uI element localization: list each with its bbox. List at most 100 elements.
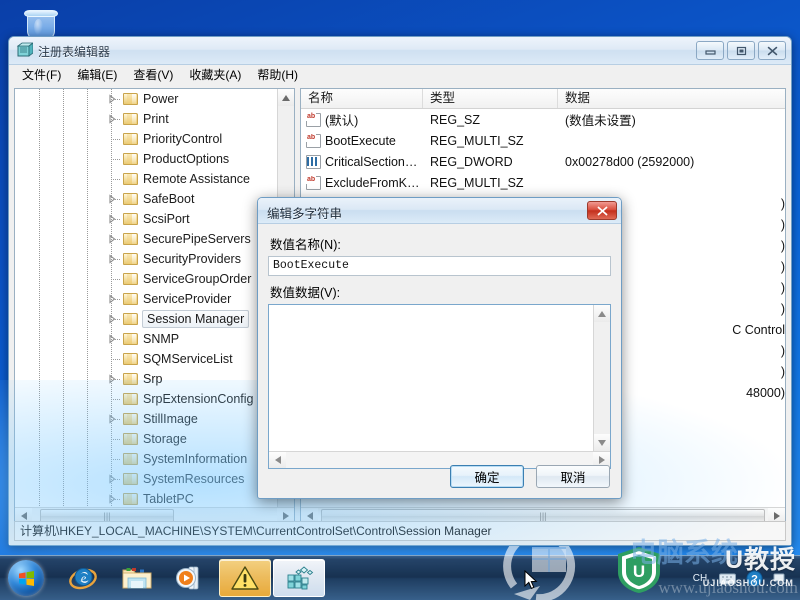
taskbar-registry-editor[interactable] (273, 559, 325, 597)
registry-tree-pane[interactable]: Power Print PriorityControl ProductOptions R… (14, 88, 295, 525)
tree-item-securityproviders[interactable]: SecurityProviders (15, 249, 294, 269)
column-type[interactable]: 类型 (423, 89, 558, 108)
folder-icon (123, 332, 139, 346)
tree-indent-guide (113, 259, 121, 260)
tree-item-srpextensionconfig[interactable]: SrpExtensionConfig (15, 389, 294, 409)
thumb-grip-icon: ||| (103, 511, 111, 521)
table-row[interactable]: ab (默认) REG_SZ (数值未设置) (301, 109, 785, 130)
tree-item-session-manager[interactable]: Session Manager (15, 309, 294, 329)
maximize-button[interactable] (727, 41, 755, 60)
folder-icon (123, 192, 139, 206)
scroll-left-arrow-icon[interactable] (269, 452, 286, 468)
scroll-up-arrow-icon[interactable] (594, 305, 610, 322)
tree-indent-guide (113, 439, 121, 440)
scroll-up-arrow-icon[interactable] (278, 89, 294, 106)
menu-edit[interactable]: 编辑(E) (70, 66, 124, 84)
column-data[interactable]: 数据 (558, 89, 785, 108)
start-button[interactable] (3, 558, 49, 599)
folder-icon (123, 212, 139, 226)
tree-indent-guide (113, 199, 121, 200)
folder-icon (123, 352, 139, 366)
folder-icon (123, 152, 139, 166)
edit-multi-string-dialog: 编辑多字符串 数值名称(N): BootExecute 数值数据(V): 确定 … (257, 197, 622, 499)
internet-explorer-icon: e (69, 568, 97, 590)
tree-item-label: SQMServiceList (143, 352, 233, 366)
tray-network-icon[interactable] (772, 570, 790, 588)
registry-editor-icon (16, 42, 35, 59)
folder-icon (123, 312, 139, 326)
tree-item-print[interactable]: Print (15, 109, 294, 129)
tree-indent-guide (113, 419, 121, 420)
window-controls (696, 41, 786, 60)
tree-item-stillimage[interactable]: StillImage (15, 409, 294, 429)
tree-indent-guide (113, 379, 121, 380)
table-row[interactable]: ab ExcludeFromK… REG_MULTI_SZ (301, 172, 785, 193)
value-data-textarea[interactable] (269, 305, 593, 451)
table-row[interactable]: CriticalSection… REG_DWORD 0x00278d00 (259… (301, 151, 785, 172)
dialog-body: 数值名称(N): BootExecute 数值数据(V): 确定 取消 (258, 224, 621, 498)
tree-item-label: ServiceProvider (143, 292, 232, 306)
tray-keyboard-icon[interactable] (718, 570, 736, 588)
tree-item-label: ScsiPort (143, 212, 190, 226)
menu-view[interactable]: 查看(V) (126, 66, 180, 84)
value-data-cell: (数值未设置) (565, 114, 636, 128)
tree-item-remote-assistance[interactable]: Remote Assistance (15, 169, 294, 189)
dialog-titlebar[interactable]: 编辑多字符串 (258, 198, 621, 224)
status-bar-path: 计算机\HKEY_LOCAL_MACHINE\SYSTEM\CurrentCon… (14, 521, 786, 541)
value-name-cell: ab (默认) (301, 110, 423, 129)
tree-item-scsiport[interactable]: ScsiPort (15, 209, 294, 229)
tree-item-productoptions[interactable]: ProductOptions (15, 149, 294, 169)
scroll-down-arrow-icon[interactable] (594, 434, 610, 451)
close-button[interactable] (758, 41, 786, 60)
tree-item-storage[interactable]: Storage (15, 429, 294, 449)
folder-icon (123, 112, 139, 126)
tree-item-securepipeservers[interactable]: SecurePipeServers (15, 229, 294, 249)
svg-text:?: ? (751, 574, 758, 586)
tree-item-serviceprovider[interactable]: ServiceProvider (15, 289, 294, 309)
menu-help[interactable]: 帮助(H) (250, 66, 305, 84)
tree-item-tabletpc[interactable]: TabletPC (15, 489, 294, 507)
menubar: 文件(F) 编辑(E) 查看(V) 收藏夹(A) 帮助(H) (9, 65, 791, 85)
folder-icon (123, 92, 139, 106)
folder-icon (123, 292, 139, 306)
tree-item-power[interactable]: Power (15, 89, 294, 109)
folder-icon (123, 412, 139, 426)
table-row[interactable]: ab BootExecute REG_MULTI_SZ (301, 130, 785, 151)
taskbar-media-player[interactable] (165, 559, 217, 597)
taskbar-windows-explorer[interactable] (111, 559, 163, 597)
tray-help-icon[interactable]: ? (745, 570, 763, 588)
windows-logo-icon (8, 560, 44, 596)
taskbar-warning-dialog[interactable] (219, 559, 271, 597)
value-type-cell: REG_SZ (430, 112, 481, 127)
textarea-vertical-scrollbar[interactable] (593, 305, 610, 451)
tree-item-systeminformation[interactable]: SystemInformation (15, 449, 294, 469)
minimize-button[interactable] (696, 41, 724, 60)
tree-item-servicegrouporder[interactable]: ServiceGroupOrder (15, 269, 294, 289)
column-name[interactable]: 名称 (301, 89, 423, 108)
window-titlebar[interactable]: 注册表编辑器 (9, 37, 791, 65)
folder-icon (123, 172, 139, 186)
menu-favorites[interactable]: 收藏夹(A) (182, 66, 248, 84)
tree-item-systemresources[interactable]: SystemResources (15, 469, 294, 489)
value-type-cell: REG_MULTI_SZ (430, 133, 524, 148)
tree-indent-guide (113, 339, 121, 340)
dialog-close-button[interactable] (587, 201, 617, 220)
value-name-text: (默认) (325, 114, 359, 128)
tree-indent-guide (113, 299, 121, 300)
tree-item-sqmservicelist[interactable]: SQMServiceList (15, 349, 294, 369)
cancel-button[interactable]: 取消 (536, 465, 610, 488)
tree-indent-guide (113, 279, 121, 280)
tray-input-language[interactable]: CH (691, 570, 709, 588)
tree-item-snmp[interactable]: SNMP (15, 329, 294, 349)
tree-indent-guide (113, 179, 121, 180)
tree-item-label: Storage (143, 432, 187, 446)
string-value-icon: ab (306, 175, 321, 190)
taskbar-internet-explorer[interactable]: e (57, 559, 109, 597)
menu-file[interactable]: 文件(F) (15, 66, 68, 84)
value-name-input[interactable]: BootExecute (268, 256, 611, 276)
ok-button[interactable]: 确定 (450, 465, 524, 488)
tree-item-safeboot[interactable]: SafeBoot (15, 189, 294, 209)
tree-item-srp[interactable]: Srp (15, 369, 294, 389)
string-value-icon: ab (306, 133, 321, 148)
tree-item-prioritycontrol[interactable]: PriorityControl (15, 129, 294, 149)
